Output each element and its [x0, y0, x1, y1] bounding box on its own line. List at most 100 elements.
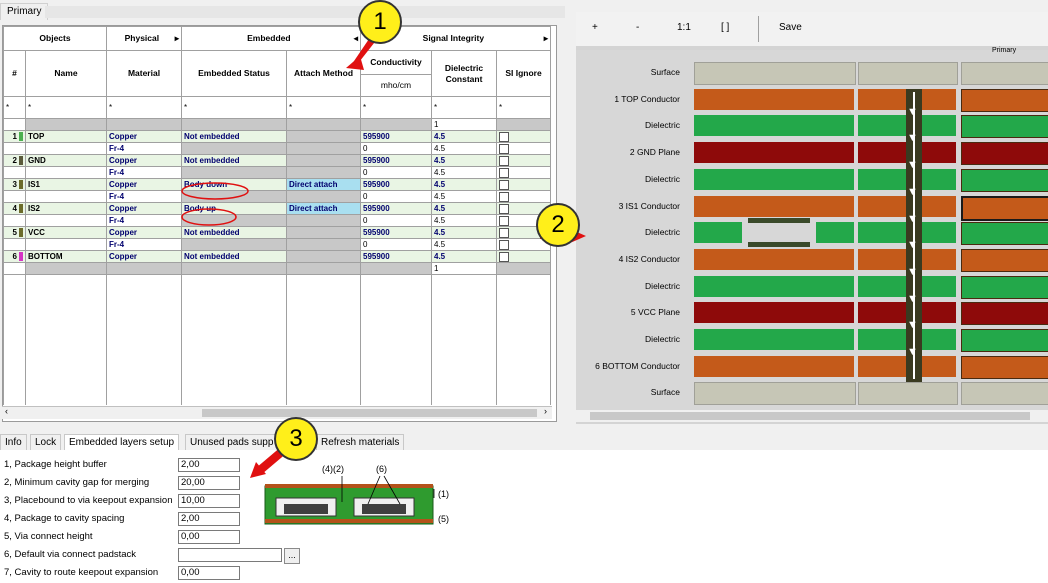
- layer-bar-dielectric: [961, 329, 1048, 352]
- layer-bar-dielectric: [694, 168, 854, 190]
- layer-label: Dielectric: [645, 120, 680, 131]
- layer-label: 2 GND Plane: [629, 147, 680, 158]
- cavity-diagram: (4)(2) (6) (1) (5): [264, 464, 449, 525]
- chevron-left-icon[interactable]: ‹: [5, 406, 8, 416]
- layer-bar-conductor: [694, 355, 854, 377]
- form-label: 3, Placebound to via keepout expansion: [4, 495, 173, 506]
- layer-bar-conductor: [694, 248, 854, 270]
- tab-lock[interactable]: Lock: [30, 434, 62, 451]
- layer-bar-conductor: [961, 248, 1048, 272]
- layer-label: Dielectric: [645, 280, 680, 291]
- layer-bar-plane: [961, 302, 1048, 326]
- arrow-down-icon: ▼: [907, 185, 918, 198]
- diagram-label-4-2: (4)(2): [322, 464, 344, 474]
- layer-bar-plane: [694, 302, 854, 324]
- arrow-down-icon: ▼: [907, 239, 918, 252]
- embedded-component-body: [748, 218, 810, 224]
- empty-area: [3, 274, 551, 405]
- form-input[interactable]: [178, 548, 282, 562]
- empty-cell: [3, 274, 26, 405]
- annotation-marks: [181, 182, 249, 226]
- form-label: 2, Minimum cavity gap for merging: [4, 477, 150, 488]
- form-input[interactable]: 2,00: [178, 458, 240, 472]
- arrow-down-icon: ▼: [907, 346, 918, 358]
- zoom-actual-button[interactable]: 1:1: [677, 22, 691, 33]
- layer-label: 4 IS2 Conductor: [618, 253, 680, 264]
- toolbar-divider: [758, 16, 759, 42]
- layer-bar-plane: [694, 142, 854, 164]
- diagram-copper-bottom: [265, 519, 433, 523]
- tab-unused-pads[interactable]: Unused pads supp: [185, 434, 279, 451]
- arrow-down-icon: ▼: [907, 212, 918, 225]
- viewer-toolbar: + - 1:1 [ ] Save: [576, 12, 1048, 46]
- bottom-tabs: Info Lock Embedded layers setup Unused p…: [0, 434, 420, 451]
- layer-bar-conductor: [961, 355, 1048, 379]
- layer-bar-dielectric: [961, 275, 1048, 299]
- empty-cell: [25, 274, 107, 405]
- save-button[interactable]: Save: [779, 22, 802, 33]
- browse-padstack-button[interactable]: ...: [284, 548, 300, 564]
- diagram-label-5: (5): [438, 514, 449, 524]
- layer-bar-dielectric: [961, 222, 1048, 246]
- form-input[interactable]: 0,00: [178, 566, 240, 580]
- zoom-in-button[interactable]: +: [592, 22, 598, 33]
- stackup-canvas: Primary Surface 1 TOP Conductor Dielectric…: [576, 47, 1048, 412]
- tab-embedded-layers-setup[interactable]: Embedded layers setup: [64, 434, 180, 450]
- layer-bar-conductor: [961, 88, 1048, 112]
- layer-label: 1 TOP Conductor: [614, 93, 680, 104]
- form-label: 5, Via connect height: [4, 531, 93, 542]
- layer-bar-dielectric: [694, 115, 854, 137]
- arrow-down-icon: ▼: [907, 132, 918, 145]
- form-input[interactable]: 10,00: [178, 494, 240, 508]
- layer-bar-surface: [694, 62, 856, 85]
- arrow-down-icon: ▼: [907, 265, 918, 278]
- arrow-down-icon: ▼: [907, 105, 918, 118]
- tab-refresh-materials[interactable]: Refresh materials: [316, 434, 405, 451]
- annotation-ellipse: [181, 182, 249, 200]
- form-label: 1, Package height buffer: [4, 459, 107, 470]
- diagram-package: [362, 504, 406, 514]
- layer-label: Surface: [650, 67, 680, 77]
- arrow-down-icon: ▼: [907, 159, 918, 172]
- callout-1: 1: [358, 0, 402, 44]
- stackup-viewer: + - 1:1 [ ] Save Primary Surface 1 TOP Co…: [576, 12, 1048, 424]
- layer-label: Surface: [650, 387, 680, 398]
- layer-bar-surface: [858, 382, 958, 406]
- empty-cell: [106, 274, 182, 405]
- form-input[interactable]: 0,00: [178, 530, 240, 544]
- tab-info[interactable]: Info: [0, 434, 27, 451]
- chevron-right-icon[interactable]: ›: [544, 406, 547, 416]
- layer-grid-panel: Objects Physical ▸ Embedded ◂ Signal Inte…: [2, 25, 557, 422]
- zoom-fit-button[interactable]: [ ]: [721, 22, 729, 33]
- layer-label: Dielectric: [645, 334, 680, 344]
- zoom-out-button[interactable]: -: [636, 22, 639, 33]
- diagram-label-6: (6): [376, 464, 387, 474]
- layer-bar-dielectric: [961, 168, 1048, 192]
- empty-cell: [431, 274, 497, 405]
- form-label: 7, Cavity to route keepout expansion: [4, 567, 159, 578]
- layer-label: 5 VCC Plane: [630, 307, 680, 318]
- layer-bar-conductor: [961, 195, 1048, 221]
- grid-horizontal-scrollbar[interactable]: ‹ ›: [2, 406, 552, 419]
- annotation-ellipse: [181, 208, 237, 226]
- tab-primary[interactable]: Primary: [0, 3, 49, 20]
- viewer-horizontal-scrollbar[interactable]: [576, 410, 1048, 422]
- layer-bar-surface: [694, 382, 856, 406]
- layer-label: 3 IS1 Conductor: [618, 200, 680, 211]
- layer-bar-surface: [961, 382, 1048, 406]
- scroll-thumb[interactable]: [202, 409, 537, 417]
- layer-bar-conductor: [694, 195, 854, 217]
- diagram-copper-top: [265, 484, 433, 488]
- layer-bar-conductor: [694, 88, 854, 110]
- empty-cell: [181, 274, 287, 405]
- layer-bar-surface: [961, 62, 1048, 85]
- scroll-thumb[interactable]: [590, 412, 1030, 420]
- empty-cell: [286, 274, 361, 405]
- form-input[interactable]: 20,00: [178, 476, 240, 490]
- empty-cell: [496, 274, 551, 405]
- layer-label: Dielectric: [645, 227, 680, 238]
- diagram-label-1: (1): [438, 489, 449, 499]
- form-input[interactable]: 2,00: [178, 512, 240, 526]
- diagram-package: [284, 504, 328, 514]
- callout-3: 3: [274, 417, 318, 461]
